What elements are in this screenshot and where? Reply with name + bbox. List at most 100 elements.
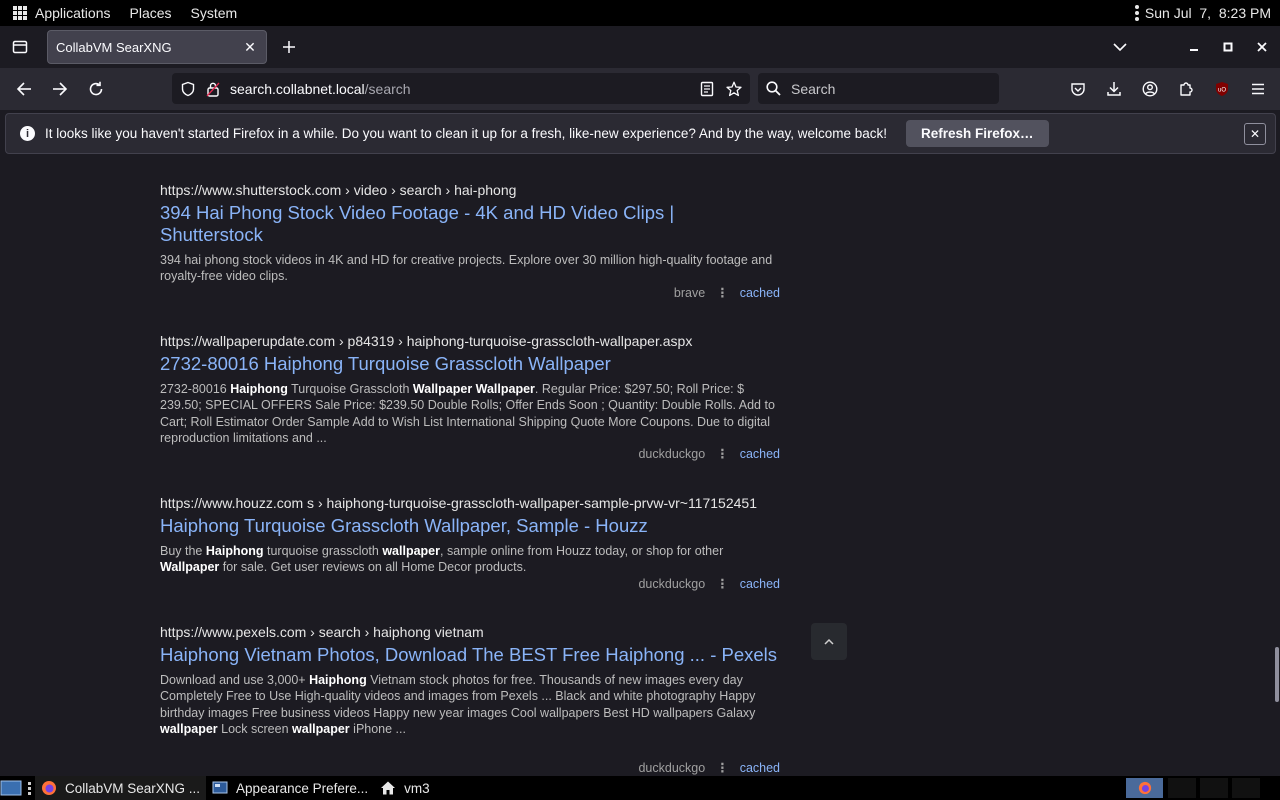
search-result: https://www.pexels.com › search › haipho…	[160, 624, 780, 775]
menu-system[interactable]: System	[191, 5, 238, 21]
forward-button[interactable]	[42, 73, 78, 105]
result-url[interactable]: https://www.shutterstock.com › video › s…	[160, 182, 780, 198]
refresh-firefox-button[interactable]: Refresh Firefox…	[906, 120, 1049, 147]
task-firefox[interactable]: CollabVM SearXNG ...	[35, 776, 207, 800]
tray-menu-icon[interactable]	[1134, 5, 1139, 21]
close-icon	[1257, 42, 1267, 52]
show-desktop-button[interactable]	[0, 776, 24, 800]
result-title-link[interactable]: Haiphong Turquoise Grasscloth Wallpaper,…	[160, 515, 780, 537]
menu-places[interactable]: Places	[130, 5, 172, 21]
desktop-icon	[0, 780, 22, 796]
result-title-link[interactable]: Haiphong Vietnam Photos, Download The BE…	[160, 644, 780, 666]
lock-icon[interactable]	[206, 81, 220, 97]
refresh-firefox-notification: i It looks like you haven't started Fire…	[5, 113, 1276, 154]
result-meta: duckduckgo ⋮ cached	[638, 760, 780, 776]
extensions-button[interactable]	[1170, 73, 1202, 105]
tab-collabvm-searxng[interactable]: CollabVM SearXNG ✕	[47, 30, 267, 64]
search-bar[interactable]: Search	[758, 73, 999, 104]
puzzle-icon	[1180, 82, 1193, 96]
result-url[interactable]: https://www.houzz.com s › haiphong-turqu…	[160, 495, 780, 511]
shield-icon[interactable]	[180, 81, 196, 97]
top-panel: Applications Places System Sun Jul 7, 8:…	[0, 0, 1280, 26]
cached-link[interactable]: cached	[740, 577, 780, 591]
chevron-up-icon	[824, 638, 834, 645]
plus-icon	[283, 41, 295, 53]
home-folder-icon	[381, 781, 396, 795]
result-path: › search › haiphong vietnam	[306, 624, 484, 640]
result-snippet: 2732-80016 Haiphong Turquoise Grasscloth…	[160, 382, 775, 445]
back-button[interactable]	[6, 73, 42, 105]
task-vm3[interactable]: vm3	[374, 776, 436, 800]
result-url[interactable]: https://wallpaperupdate.com › p84319 › h…	[160, 333, 780, 349]
app-menu-button[interactable]	[1242, 73, 1274, 105]
reload-icon	[89, 81, 103, 96]
apps-grid-icon[interactable]	[13, 6, 27, 20]
result-meta: duckduckgo ⋮ cached	[638, 576, 780, 592]
downloads-button[interactable]	[1098, 73, 1130, 105]
arrow-right-icon	[53, 82, 68, 96]
result-path: › video › search › hai-phong	[341, 182, 517, 198]
result-title-link[interactable]: 2732-80016 Haiphong Turquoise Grasscloth…	[160, 353, 780, 375]
scrollbar-thumb[interactable]	[1275, 647, 1279, 702]
result-site: https://www.shutterstock.com	[160, 182, 342, 198]
workspace-3[interactable]	[1200, 778, 1228, 798]
maximize-icon	[1223, 42, 1233, 52]
tab-title: CollabVM SearXNG	[56, 39, 172, 55]
reader-view-icon[interactable]	[700, 81, 714, 97]
firefox-view-button[interactable]	[4, 31, 36, 63]
url-bar[interactable]: search.collabnet.local/search	[172, 73, 750, 104]
info-icon: i	[20, 126, 35, 141]
menu-applications[interactable]: Applications	[35, 5, 111, 21]
result-snippet: Download and use 3,000+ Haiphong Vietnam…	[160, 673, 756, 736]
cached-link[interactable]: cached	[740, 286, 780, 300]
task-label: vm3	[404, 780, 430, 796]
list-all-tabs-button[interactable]	[1104, 31, 1136, 63]
url-path: /search	[364, 80, 411, 97]
cached-link[interactable]: cached	[740, 447, 780, 461]
taskbar-handle-icon[interactable]	[28, 781, 31, 795]
clock[interactable]: Sun Jul 7, 8:23 PM	[1145, 5, 1271, 21]
arrow-left-icon	[16, 82, 31, 96]
tab-close-icon[interactable]: ✕	[242, 39, 258, 56]
minimize-icon	[1190, 49, 1198, 51]
result-snippet: 394 hai phong stock videos in 4K and HD …	[160, 253, 773, 284]
svg-text:uO: uO	[1218, 88, 1226, 94]
url-text: search.collabnet.local/search	[230, 81, 411, 97]
kebab-icon: ⋮	[716, 286, 729, 300]
result-path: s › haiphong-turquoise-grasscloth-wallpa…	[303, 495, 757, 511]
workspace-1[interactable]	[1126, 778, 1163, 798]
close-window-button[interactable]	[1246, 31, 1278, 63]
cached-link[interactable]: cached	[740, 761, 780, 775]
result-title-link[interactable]: 394 Hai Phong Stock Video Footage - 4K a…	[160, 202, 780, 246]
account-icon	[1142, 81, 1158, 97]
maximize-button[interactable]	[1212, 31, 1244, 63]
new-tab-button[interactable]	[273, 31, 305, 63]
kebab-icon: ⋮	[716, 577, 729, 591]
chevron-down-icon	[1113, 43, 1127, 52]
kebab-icon: ⋮	[716, 761, 729, 775]
minimize-button[interactable]	[1178, 31, 1210, 63]
download-icon	[1107, 82, 1121, 96]
scroll-to-top-button[interactable]	[811, 623, 847, 660]
task-appearance-preferences[interactable]: Appearance Prefere...	[206, 776, 374, 800]
pocket-icon	[1071, 83, 1085, 96]
result-url[interactable]: https://www.pexels.com › search › haipho…	[160, 624, 780, 640]
url-host: search.collabnet.local	[230, 80, 365, 97]
workspace-2[interactable]	[1168, 778, 1196, 798]
account-button[interactable]	[1134, 73, 1166, 105]
result-engine: duckduckgo	[638, 446, 706, 461]
result-snippet: Buy the Haiphong turquoise grasscloth wa…	[160, 544, 724, 575]
pocket-button[interactable]	[1062, 73, 1094, 105]
nav-bar: search.collabnet.local/search Search uO	[0, 68, 1280, 110]
star-icon[interactable]	[726, 81, 742, 97]
search-result: https://www.houzz.com s › haiphong-turqu…	[160, 495, 780, 591]
reload-button[interactable]	[78, 73, 114, 105]
workspace-4[interactable]	[1232, 778, 1260, 798]
appearance-icon	[212, 781, 228, 794]
result-engine: brave	[673, 285, 706, 300]
result-site: https://www.pexels.com	[160, 624, 307, 640]
ublock-origin-button[interactable]: uO	[1206, 73, 1238, 105]
notification-close-icon[interactable]: ✕	[1244, 123, 1266, 145]
kebab-icon: ⋮	[716, 447, 729, 461]
firefox-icon	[1138, 781, 1151, 795]
